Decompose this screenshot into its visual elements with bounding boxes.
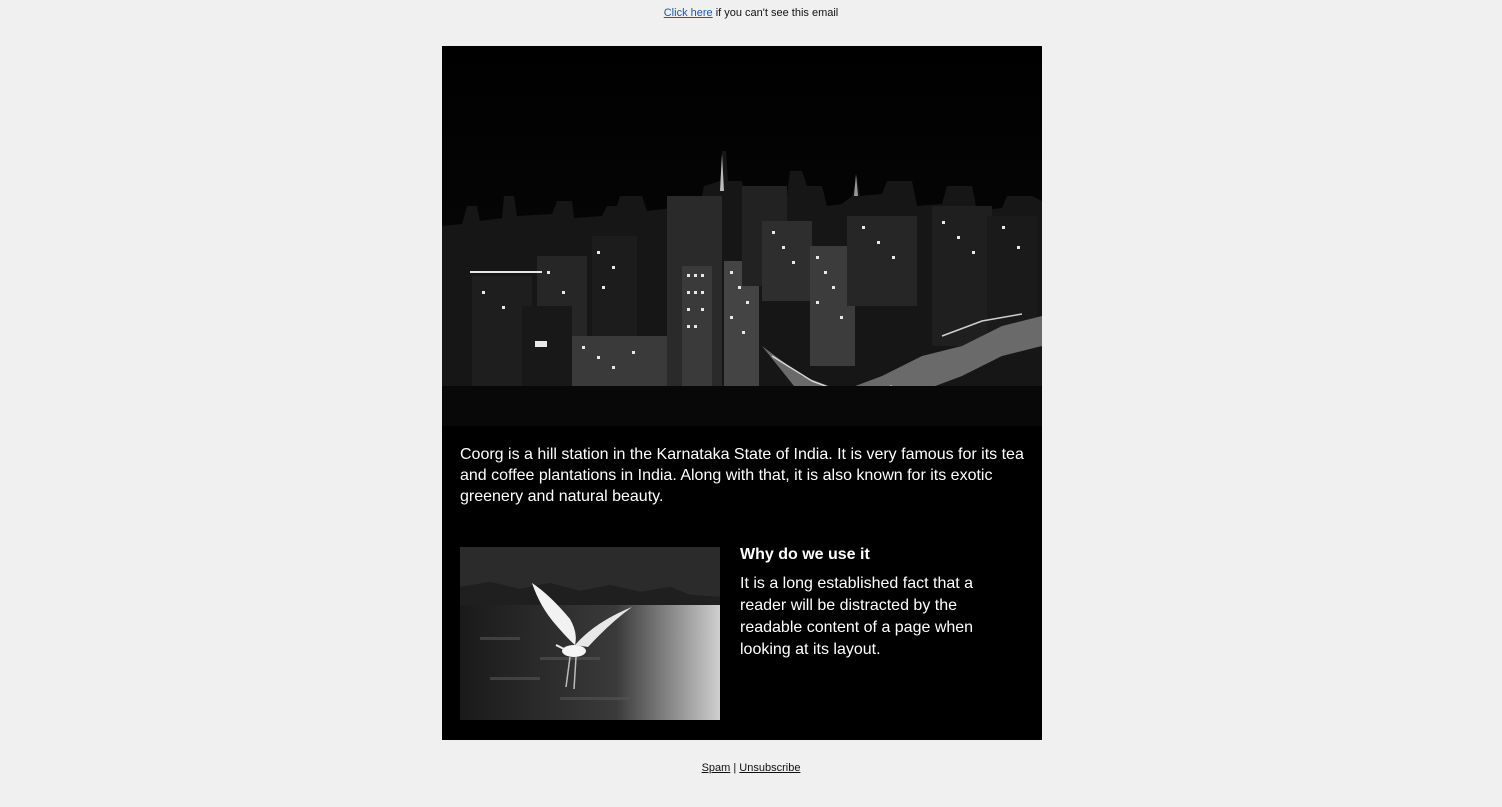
footer-separator: | — [733, 762, 737, 774]
email-body: Coorg is a hill station in the Karnataka… — [442, 46, 1042, 740]
footer: Spam | Unsubscribe — [0, 761, 1502, 775]
hero-image — [442, 46, 1042, 426]
preheader: Click here if you can't see this email — [0, 6, 1502, 20]
feature-title: Why do we use it — [740, 546, 870, 563]
preheader-text: if you can't see this email — [712, 7, 839, 19]
intro-paragraph: Coorg is a hill station in the Karnataka… — [460, 446, 1024, 505]
spam-link[interactable]: Spam — [702, 762, 731, 774]
click-here-link[interactable]: Click here — [664, 7, 713, 19]
feature-text: Why do we use it It is a long establishe… — [740, 545, 1012, 661]
unsubscribe-link[interactable]: Unsubscribe — [739, 762, 800, 774]
feature-image — [460, 547, 720, 720]
feature-body: It is a long established fact that a rea… — [740, 575, 974, 658]
